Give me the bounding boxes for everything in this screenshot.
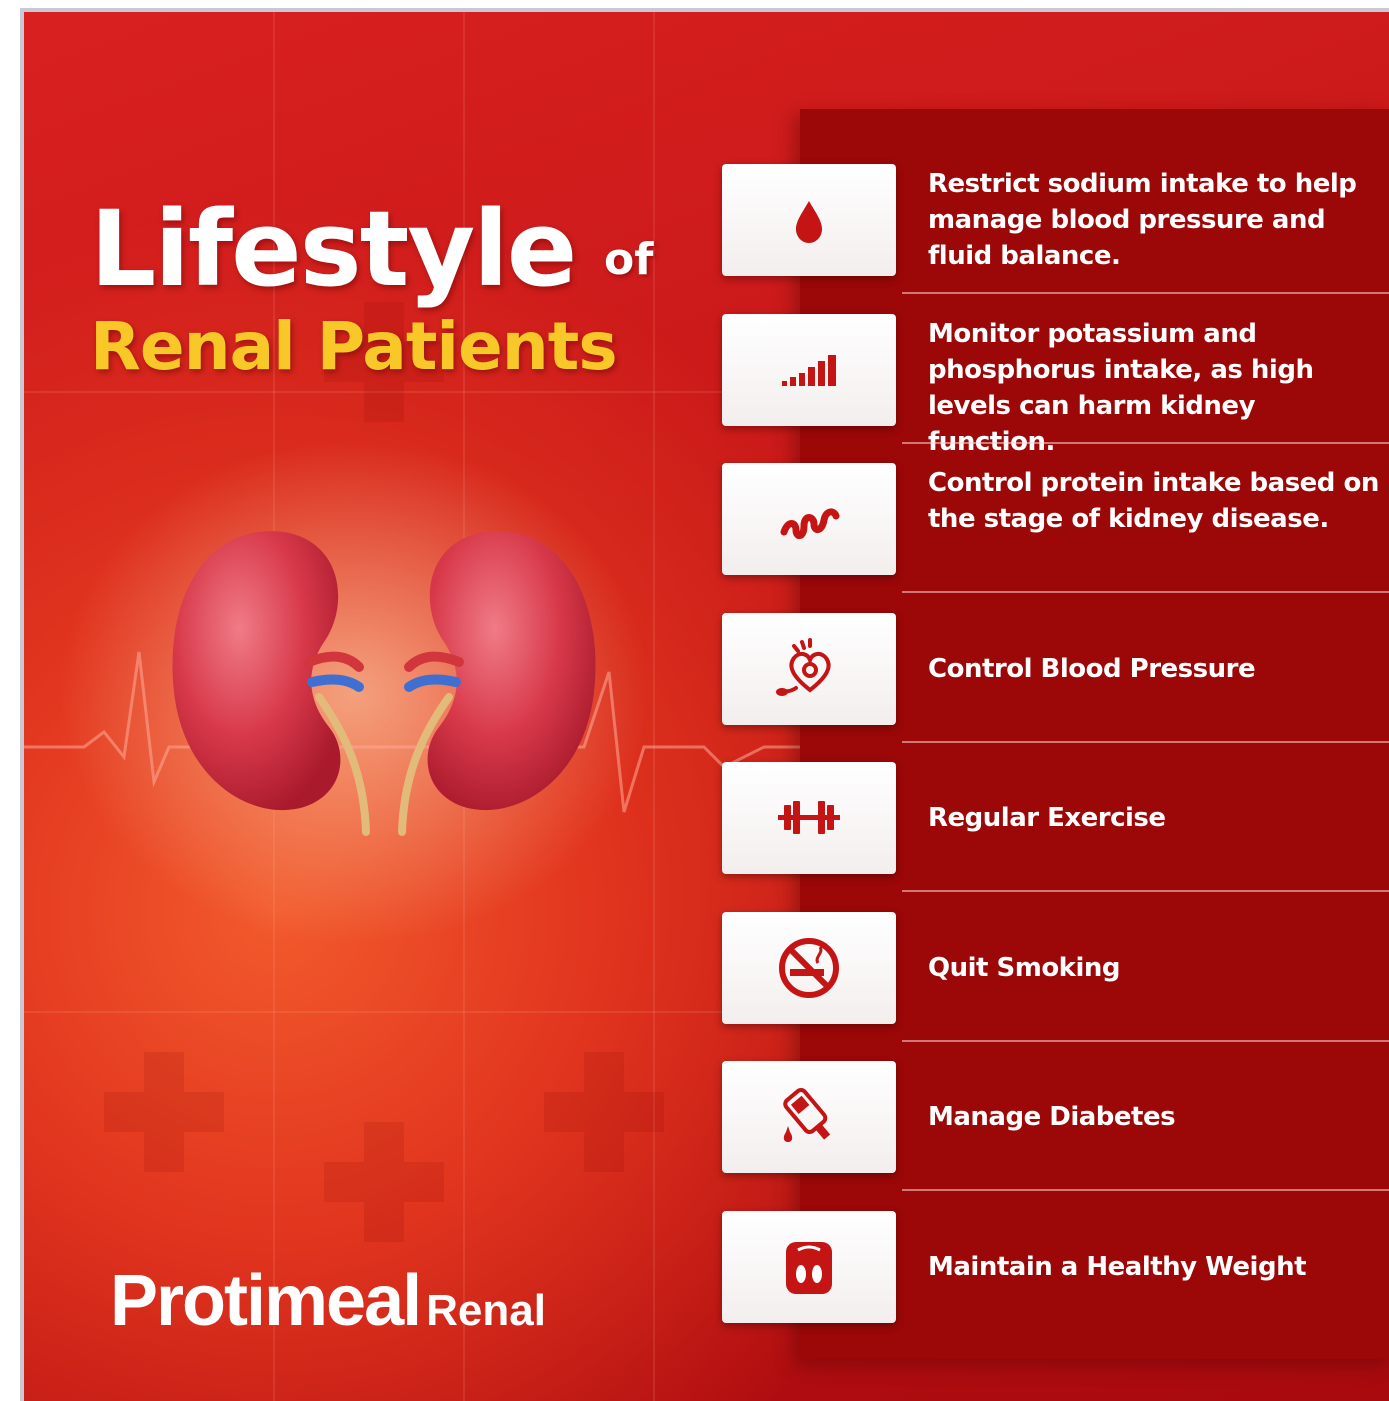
tips-list: Restrict sodium intake to help manage bl… bbox=[722, 164, 1389, 1360]
tip-item: Quit Smoking bbox=[722, 911, 1389, 1062]
tip-item: Control Blood Pressure bbox=[722, 612, 1389, 763]
heart-pressure-icon bbox=[776, 637, 831, 696]
title-of: of bbox=[604, 234, 654, 285]
weight-scale-icon bbox=[786, 1241, 832, 1294]
divider bbox=[902, 292, 1389, 294]
kidneys-illustration-icon bbox=[172, 531, 596, 836]
tip-item: Control protein intake based on the stag… bbox=[722, 463, 1389, 613]
dumbbell-icon bbox=[778, 801, 840, 834]
tip-text: Quit Smoking bbox=[928, 952, 1121, 983]
infographic-canvas: Lifestyle of Renal Patients Protimeal Ren… bbox=[20, 8, 1389, 1401]
tip-text: Regular Exercise bbox=[928, 803, 1166, 833]
protein-strand-icon bbox=[780, 508, 840, 539]
tip-icon-box bbox=[722, 762, 896, 874]
blood-drop-icon bbox=[796, 201, 822, 243]
tip-text: Maintain a Healthy Weight bbox=[928, 1251, 1307, 1282]
tip-icon-box bbox=[722, 164, 896, 276]
brand-logo: Protimeal Renal bbox=[110, 1260, 546, 1342]
tip-text: Control Blood Pressure bbox=[928, 653, 1256, 684]
tip-item: Monitor potassium and phosphorus intake,… bbox=[722, 313, 1389, 464]
tip-icon-box bbox=[722, 463, 896, 575]
tip-icon-box bbox=[722, 313, 896, 426]
divider bbox=[902, 591, 1389, 593]
tip-text: Monitor potassium and phosphorus intake,… bbox=[928, 318, 1314, 457]
page-subtitle: Renal Patients bbox=[90, 308, 618, 385]
tip-item: Manage Diabetes bbox=[722, 1061, 1389, 1211]
brand-name: Protimeal bbox=[110, 1261, 422, 1341]
tip-item: Maintain a Healthy Weight bbox=[722, 1210, 1389, 1361]
tip-item: Regular Exercise bbox=[722, 762, 1389, 912]
divider bbox=[902, 1039, 1389, 1042]
tip-text: Manage Diabetes bbox=[928, 1102, 1176, 1132]
tip-icon-box bbox=[722, 1061, 896, 1173]
page-title: Lifestyle bbox=[90, 188, 577, 310]
brand-suffix: Renal bbox=[426, 1286, 546, 1335]
tip-icon-box bbox=[722, 1210, 896, 1323]
tip-icon-box bbox=[722, 911, 896, 1024]
divider bbox=[902, 1189, 1389, 1191]
tip-text: Control protein intake based on the stag… bbox=[928, 468, 1379, 534]
divider bbox=[902, 890, 1389, 892]
tip-icon-box bbox=[722, 612, 896, 725]
divider bbox=[902, 740, 1389, 743]
tip-item: Restrict sodium intake to help manage bl… bbox=[722, 164, 1389, 314]
signal-bars-icon bbox=[782, 354, 836, 386]
glucometer-icon bbox=[783, 1088, 831, 1142]
no-smoking-icon bbox=[779, 937, 839, 998]
divider bbox=[902, 441, 1389, 444]
tip-text: Restrict sodium intake to help manage bl… bbox=[928, 169, 1357, 271]
